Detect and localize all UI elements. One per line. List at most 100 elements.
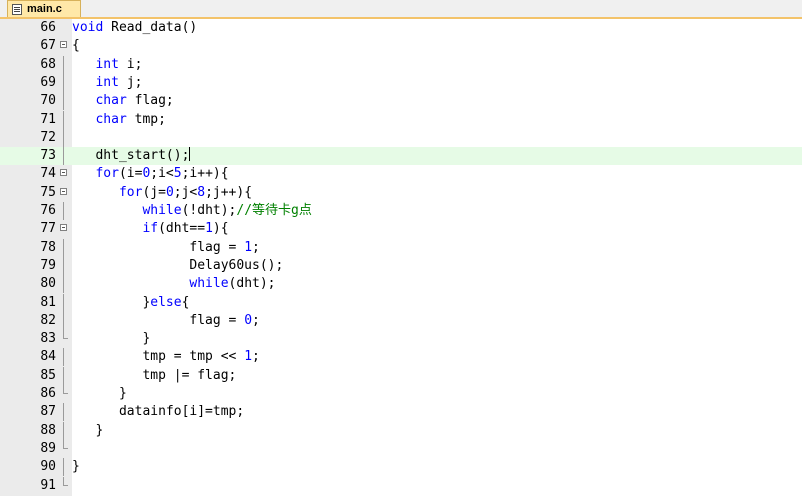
line-number: 80 [40,276,56,292]
fold-guide [63,385,68,394]
fold-guide [63,348,64,367]
code-line[interactable]: 79 Delay60us(); [0,256,802,275]
code-line[interactable]: 67 { [0,37,802,55]
code-line[interactable]: 72 [0,128,802,147]
fold-guide [63,439,68,449]
code-text: tmp |= flag; [72,367,237,383]
code-editor[interactable]: 66 void Read_data() 67{68 int i; 69 int j; 7… [0,19,802,496]
code-text: flag = 0; [72,312,260,328]
code-line[interactable]: 76 while(!dht);//等待卡g点 [0,202,802,220]
code-line[interactable]: 89 [0,439,802,458]
text-caret [189,147,191,162]
fold-guide [63,403,64,422]
line-number: 70 [40,93,56,109]
code-text: } [72,459,80,475]
code-text: char flag; [95,93,174,109]
code-line[interactable]: 88 } [0,421,802,440]
code-text: for(j=0;j<8;j++){ [118,184,253,200]
code-line[interactable]: 90} [0,458,802,477]
code-line[interactable]: 71 char tmp; [0,110,802,129]
fold-guide [63,311,64,330]
fold-guide [63,330,68,340]
code-line[interactable]: 74 for(i=0;i<5;i++){ [0,165,802,183]
line-number: 81 [40,294,56,310]
code-line[interactable]: 66 void Read_data() [0,19,802,37]
tab-main-c[interactable]: main.c [7,0,81,17]
fold-guide [63,110,64,129]
code-line[interactable]: 83 } [0,330,802,348]
code-line[interactable]: 84 tmp = tmp << 1; [0,348,802,367]
code-text: for(i=0;i<5;i++){ [95,166,229,182]
code-line[interactable]: 80 while(dht); [0,275,802,294]
fold-toggle-icon[interactable] [60,41,67,49]
code-text: } [72,422,104,438]
code-line[interactable]: 70 char flag; [0,92,802,111]
line-number: 82 [40,312,56,328]
line-number: 78 [40,239,56,255]
code-text: int j; [95,74,143,90]
code-line[interactable]: 68 int i; [0,55,802,74]
line-number: 74 [40,166,56,182]
fold-guide [63,202,64,220]
code-line[interactable]: 82 flag = 0; [0,311,802,330]
fold-guide [63,73,64,92]
fold-toggle-icon[interactable] [60,187,67,195]
line-number: 68 [40,56,56,72]
code-text: { [72,38,80,54]
line-number: 90 [40,459,56,475]
fold-guide [63,293,64,312]
code-line[interactable]: 69 int j; [0,73,802,92]
code-text: while(dht); [189,276,276,292]
tab-bar: main.c [0,0,802,19]
fold-guide [63,55,64,74]
code-text: void Read_data() [72,20,198,35]
code-line[interactable]: 78 flag = 1; [0,238,802,257]
line-number: 84 [40,349,56,365]
line-number: 88 [40,422,56,438]
fold-guide [63,256,64,275]
code-line[interactable]: 87 datainfo[i]=tmp; [0,403,802,422]
fold-toggle-icon[interactable] [60,169,67,177]
line-number: 86 [40,386,56,401]
fold-guide [63,275,64,294]
line-number: 79 [40,257,56,273]
fold-guide [63,92,64,111]
code-text: } [72,331,151,347]
code-text: Delay60us(); [72,257,284,273]
code-line[interactable]: 73 dht_start(); [0,147,802,166]
line-number: 91 [40,477,56,493]
fold-toggle-icon[interactable] [60,224,67,232]
code-line[interactable]: 86 } [0,385,802,403]
tab-label: main.c [27,3,62,15]
line-number: 66 [40,20,56,35]
line-number: 71 [40,111,56,127]
line-number: 87 [40,404,56,420]
code-line[interactable]: 91 [0,476,802,495]
code-line[interactable]: 85 tmp |= flag; [0,366,802,385]
code-line[interactable]: 81 }else{ [0,293,802,312]
code-text: flag = 1; [72,239,260,255]
editor-window: main.c 66 void Read_data() 67 {68 int i; 69 … [0,0,802,496]
code-line[interactable]: 77 if(dht==1){ [0,220,802,238]
line-number: 69 [40,74,56,90]
fold-guide [63,147,64,166]
line-number: 73 [40,148,56,164]
fold-guide [63,128,64,147]
line-number: 85 [40,367,56,383]
fold-guide [63,421,64,440]
line-number: 83 [40,331,56,347]
line-number: 77 [40,221,56,237]
code-text: } [72,386,127,401]
code-text: dht_start(); [72,147,191,164]
code-text: }else{ [72,294,190,310]
code-text: while(!dht);//等待卡g点 [142,203,312,218]
code-text: char tmp; [95,111,166,127]
line-number: 67 [40,38,56,54]
code-text: int i; [95,56,143,72]
c-file-icon [12,3,22,15]
code-text: if(dht==1){ [142,221,229,237]
fold-guide [63,366,64,385]
code-text: datainfo[i]=tmp; [72,404,245,420]
code-line[interactable]: 75 for(j=0;j<8;j++){ [0,184,802,202]
fold-guide [63,476,68,486]
